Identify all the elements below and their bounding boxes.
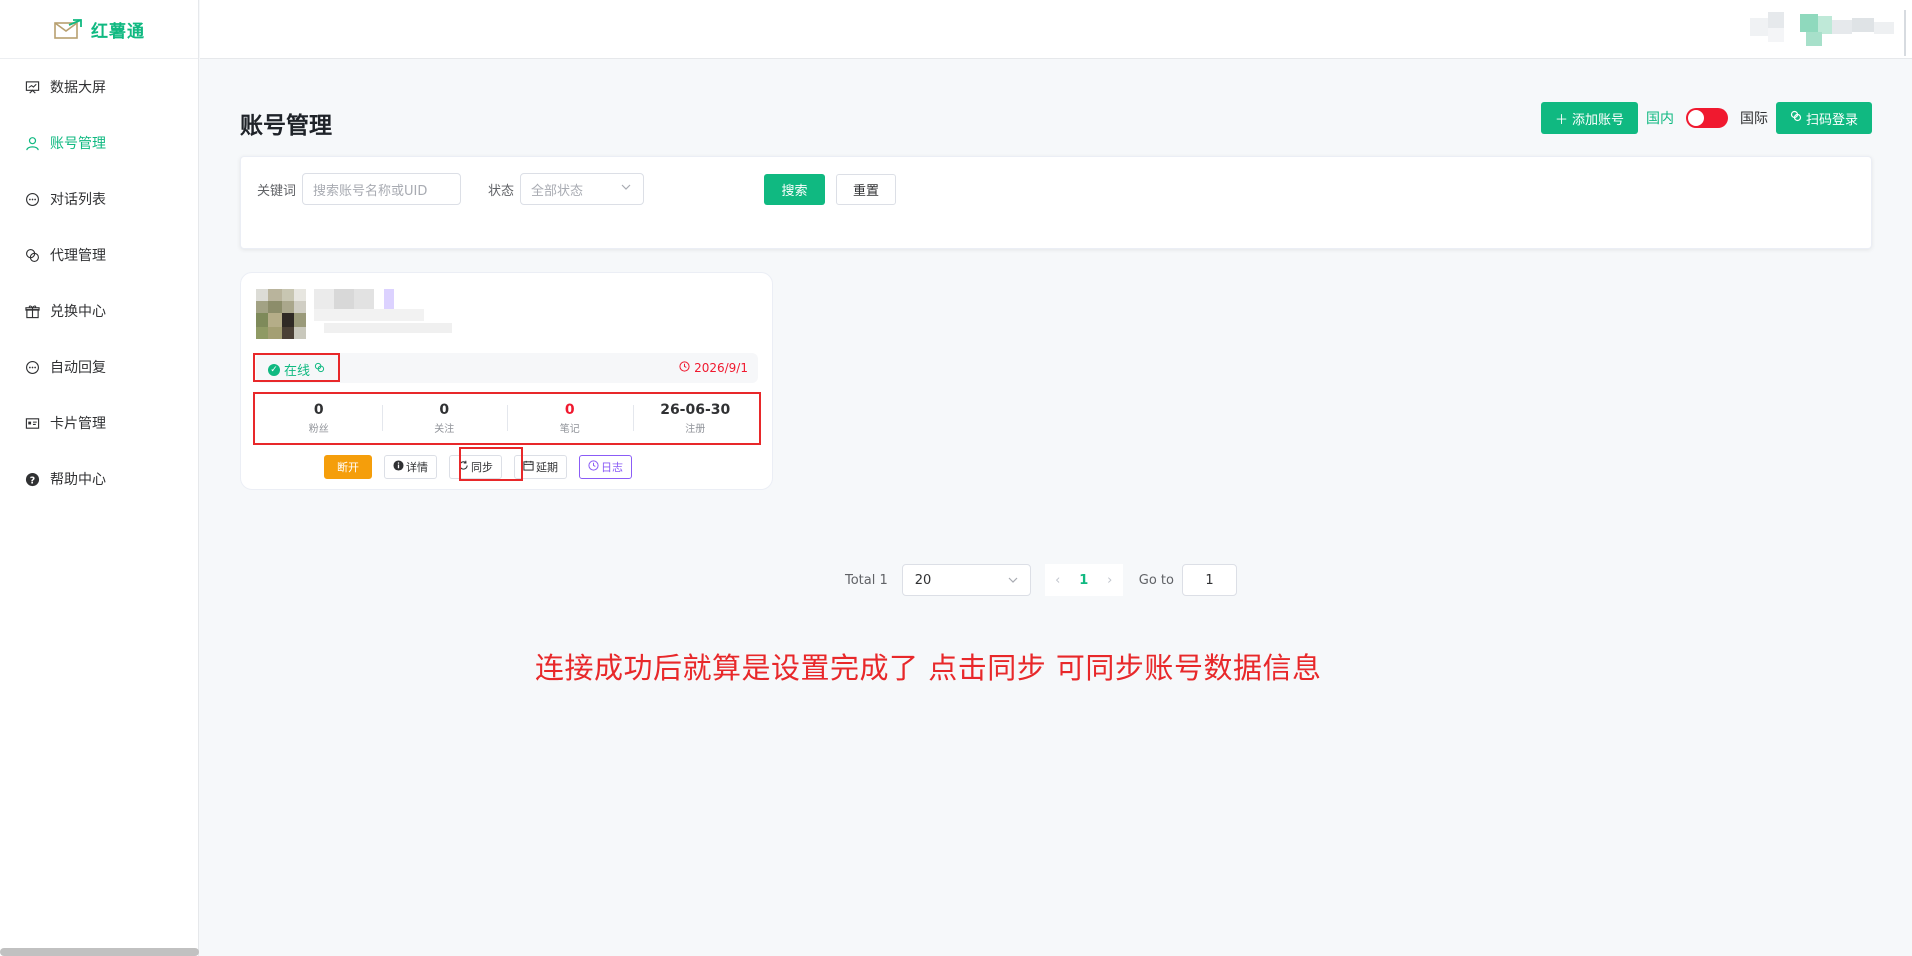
log-label: 日志 <box>601 461 623 474</box>
keyword-label: 关键词 <box>257 184 297 199</box>
scan-login-label: 扫码登录 <box>1805 112 1858 128</box>
sidebar-item-label: 兑换中心 <box>50 304 106 320</box>
proxy-icon <box>24 247 40 263</box>
sidebar-item-label: 数据大屏 <box>50 80 106 96</box>
calendar-icon <box>523 460 534 474</box>
dashboard-icon <box>24 79 40 95</box>
keyword-placeholder: 搜索账号名称或UID <box>313 183 428 199</box>
page-number-current[interactable]: 1 <box>1071 573 1097 588</box>
goto-page-input[interactable]: 1 <box>1181 564 1237 596</box>
status-label: 状态 <box>488 184 515 199</box>
goto-label: Go to <box>1138 572 1174 588</box>
account-name-blurred <box>314 289 459 339</box>
sidebar-item-accounts[interactable]: 账号管理 <box>0 115 198 171</box>
sidebar-item-label: 代理管理 <box>50 248 106 264</box>
add-account-label: 添加账号 <box>1571 112 1624 128</box>
user-icon <box>24 135 40 151</box>
total-count: Total 1 <box>845 572 888 588</box>
account-avatar-blurred[interactable] <box>256 289 306 339</box>
sidebar-item-cards[interactable]: 卡片管理 <box>0 395 198 451</box>
details-button[interactable]: 详情 <box>384 455 437 479</box>
sidebar-item-proxy[interactable]: 代理管理 <box>0 227 198 283</box>
sidebar: 红薯通 数据大屏 账号管理 对话列表 代理管理 兑换中心 自动回复 卡片管理 ?… <box>0 0 199 956</box>
app-name: 红薯通 <box>91 21 145 42</box>
plus-icon: ＋ <box>1554 112 1568 128</box>
toggle-knob <box>1687 110 1704 126</box>
clock-icon <box>679 361 690 375</box>
sidebar-menu: 数据大屏 账号管理 对话列表 代理管理 兑换中心 自动回复 卡片管理 ? 帮助中… <box>0 59 198 507</box>
page-size-value: 20 <box>914 572 932 588</box>
page-size-select[interactable]: 20 <box>901 564 1031 596</box>
instruction-annotation: 连接成功后就算是设置完成了 点击同步 可同步账号数据信息 <box>535 651 1322 685</box>
expire-date: 2026/9/1 <box>679 361 748 375</box>
sidebar-item-chats[interactable]: 对话列表 <box>0 171 198 227</box>
log-button[interactable]: 日志 <box>579 455 632 479</box>
sidebar-scrollbar[interactable] <box>0 948 199 956</box>
chevron-down-icon <box>621 182 631 195</box>
topbar-divider <box>1904 10 1906 56</box>
sidebar-item-dashboard[interactable]: 数据大屏 <box>0 59 198 115</box>
gift-icon <box>24 303 40 319</box>
status-select-value: 全部状态 <box>531 183 584 199</box>
sidebar-item-label: 帮助中心 <box>50 472 106 488</box>
card-icon <box>24 415 40 431</box>
envelope-logo-icon <box>53 18 83 40</box>
sidebar-item-auto-reply[interactable]: 自动回复 <box>0 339 198 395</box>
svg-text:?: ? <box>29 475 34 486</box>
region-toggle[interactable] <box>1685 108 1728 128</box>
keyword-search-input[interactable]: 搜索账号名称或UID <box>302 173 461 205</box>
info-icon <box>393 460 404 474</box>
header-actions: ＋ 添加账号 国内 国际 扫码登录 <box>1540 102 1872 134</box>
status-select[interactable]: 全部状态 <box>520 173 644 205</box>
sidebar-item-help[interactable]: ? 帮助中心 <box>0 451 198 507</box>
expire-date-value: 2026/9/1 <box>694 361 748 375</box>
help-icon: ? <box>24 471 40 487</box>
search-button[interactable]: 搜索 <box>764 174 825 205</box>
account-card: ✓ 在线 2026/9/1 0 粉丝 0 关注 0 笔记 26-06-30 注册… <box>240 272 773 490</box>
details-label: 详情 <box>406 461 428 474</box>
top-bar <box>200 0 1912 59</box>
link-icon <box>1790 110 1802 126</box>
region-international-label: 国际 <box>1739 111 1768 127</box>
sidebar-item-label: 账号管理 <box>50 136 106 152</box>
pagination: Total 1 20 ‹ 1 › Go to 1 <box>845 564 1237 596</box>
next-page-button[interactable]: › <box>1097 573 1123 588</box>
region-domestic-label: 国内 <box>1645 111 1674 127</box>
app-logo[interactable]: 红薯通 <box>0 0 198 59</box>
filter-panel: 关键词 搜索账号名称或UID 状态 全部状态 搜索 重置 <box>240 156 1872 249</box>
clock-icon <box>588 460 599 474</box>
sidebar-item-label: 自动回复 <box>50 360 106 376</box>
sidebar-item-redeem[interactable]: 兑换中心 <box>0 283 198 339</box>
chat-icon <box>24 191 40 207</box>
sidebar-item-label: 对话列表 <box>50 192 106 208</box>
stats-highlight-box <box>253 392 761 445</box>
pager: ‹ 1 › <box>1044 564 1123 596</box>
chevron-down-icon <box>1008 575 1018 588</box>
add-account-button[interactable]: ＋ 添加账号 <box>1540 102 1638 134</box>
disconnect-button[interactable]: 断开 <box>324 455 372 479</box>
extend-label: 延期 <box>536 461 558 474</box>
reply-icon <box>24 359 40 375</box>
status-highlight-box <box>253 353 340 382</box>
reset-button[interactable]: 重置 <box>836 174 896 205</box>
prev-page-button[interactable]: ‹ <box>1045 573 1071 588</box>
scan-login-button[interactable]: 扫码登录 <box>1775 102 1872 134</box>
sync-highlight-box <box>459 447 523 481</box>
user-avatar-blurred[interactable] <box>1750 12 1900 52</box>
page-title: 账号管理 <box>240 113 332 139</box>
main-content: 账号管理 ＋ 添加账号 国内 国际 扫码登录 关键词 搜索账号名称或UID 状态… <box>200 60 1912 956</box>
sidebar-item-label: 卡片管理 <box>50 416 106 432</box>
